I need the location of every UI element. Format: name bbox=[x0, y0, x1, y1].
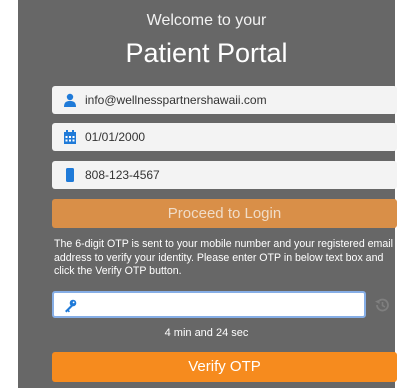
dob-field[interactable]: 01/01/2000 bbox=[52, 123, 397, 151]
otp-field[interactable] bbox=[52, 291, 366, 318]
phone-field[interactable]: 808-123-4567 bbox=[52, 161, 397, 189]
login-panel: Welcome to your Patient Portal info@well… bbox=[18, 0, 397, 388]
key-icon bbox=[65, 299, 77, 313]
calendar-icon bbox=[64, 130, 76, 144]
email-value: info@wellnesspartnershawaii.com bbox=[85, 93, 267, 107]
email-field[interactable]: info@wellnesspartnershawaii.com bbox=[52, 86, 397, 114]
phone-value: 808-123-4567 bbox=[85, 168, 160, 182]
proceed-to-login-button[interactable]: Proceed to Login bbox=[52, 199, 397, 228]
verify-otp-button[interactable]: Verify OTP bbox=[52, 352, 397, 382]
dob-value: 01/01/2000 bbox=[85, 130, 146, 144]
otp-input[interactable] bbox=[82, 296, 356, 316]
welcome-text: Welcome to your bbox=[146, 12, 267, 29]
otp-timer: 4 min and 24 sec bbox=[164, 327, 249, 339]
phone-icon bbox=[66, 168, 74, 182]
otp-instructions: The 6-digit OTP is sent to your mobile n… bbox=[54, 238, 393, 277]
user-icon bbox=[64, 93, 76, 107]
page-title: Patient Portal bbox=[125, 38, 288, 68]
history-icon[interactable] bbox=[373, 296, 391, 314]
